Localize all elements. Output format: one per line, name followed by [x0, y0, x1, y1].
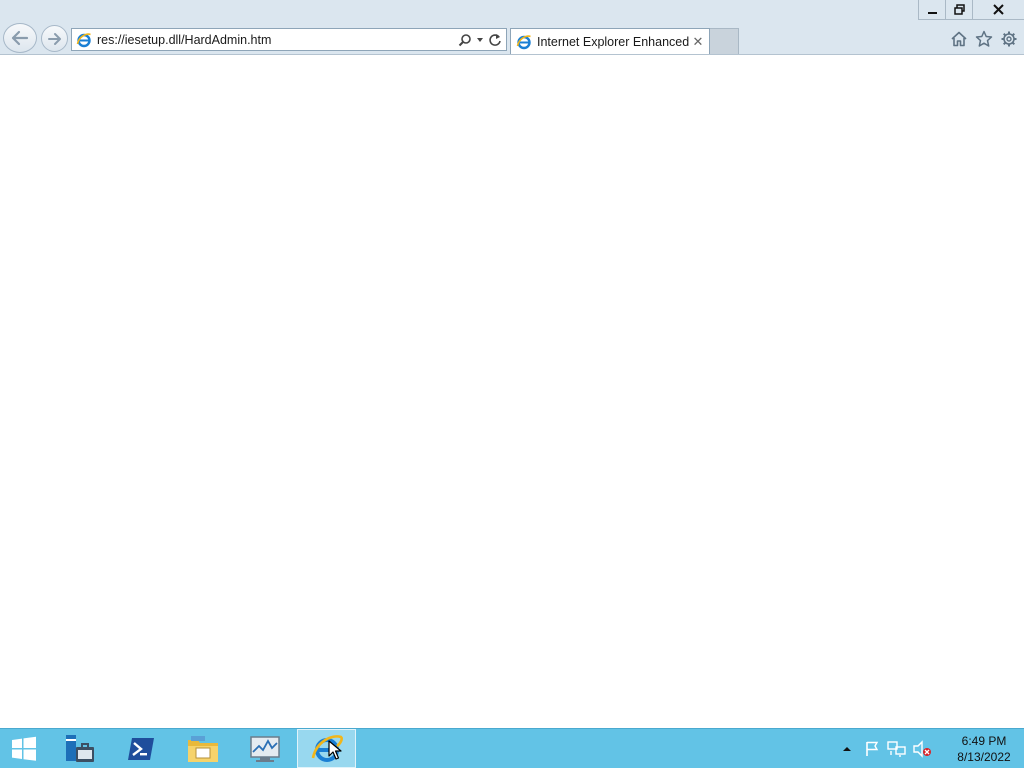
- taskbar-powershell[interactable]: [110, 729, 172, 769]
- network-icon[interactable]: [886, 738, 908, 760]
- server-manager-icon: [66, 734, 94, 762]
- start-button[interactable]: [0, 729, 48, 769]
- mouse-cursor-icon: [328, 740, 342, 760]
- show-hidden-icons-arrow[interactable]: [836, 738, 858, 760]
- taskbar: 6:49 PM 8/13/2022: [0, 728, 1024, 768]
- address-bar[interactable]: res://iesetup.dll/HardAdmin.htm: [71, 28, 507, 51]
- clock-time: 6:49 PM: [961, 734, 1007, 748]
- taskbar-server-manager[interactable]: [48, 729, 110, 769]
- action-center-flag-icon[interactable]: [861, 738, 883, 760]
- ie-page-icon: [76, 32, 91, 47]
- browser-chrome: res://iesetup.dll/HardAdmin.htm Internet…: [0, 0, 1024, 55]
- forward-arrow-icon: [47, 32, 61, 45]
- home-icon[interactable]: [949, 29, 968, 48]
- address-tools: [458, 33, 506, 47]
- taskbar-file-explorer[interactable]: [172, 729, 234, 769]
- close-icon: [993, 4, 1004, 15]
- windows-start-icon: [12, 736, 36, 761]
- command-icons: [949, 29, 1018, 48]
- taskbar-clock[interactable]: 6:49 PM 8/13/2022: [944, 733, 1024, 765]
- tools-gear-icon[interactable]: [999, 29, 1018, 48]
- taskbar-performance-monitor[interactable]: [234, 729, 296, 769]
- back-arrow-icon: [11, 30, 29, 46]
- file-explorer-icon: [188, 735, 218, 762]
- forward-button[interactable]: [41, 25, 68, 52]
- dropdown-icon[interactable]: [476, 36, 484, 44]
- minimize-icon: [927, 11, 937, 14]
- restore-icon: [953, 4, 965, 15]
- tab-title: Internet Explorer Enhanced ...: [537, 34, 690, 49]
- page-content: [0, 55, 1024, 728]
- address-url[interactable]: res://iesetup.dll/HardAdmin.htm: [97, 33, 458, 47]
- search-icon[interactable]: [458, 33, 472, 47]
- taskbar-internet-explorer[interactable]: [297, 729, 356, 768]
- system-tray: 6:49 PM 8/13/2022: [836, 729, 1024, 769]
- ie-tab-icon: [516, 34, 531, 49]
- close-button[interactable]: [972, 0, 1024, 20]
- refresh-icon[interactable]: [488, 33, 502, 47]
- minimize-button[interactable]: [918, 0, 945, 20]
- tab-active[interactable]: Internet Explorer Enhanced ... ✕: [510, 28, 710, 54]
- restore-button[interactable]: [945, 0, 972, 20]
- new-tab-button[interactable]: [710, 28, 739, 54]
- favorites-star-icon[interactable]: [974, 29, 993, 48]
- clock-date: 8/13/2022: [957, 750, 1011, 764]
- volume-muted-icon[interactable]: [911, 738, 933, 760]
- tab-close-icon[interactable]: ✕: [690, 34, 706, 50]
- window-controls: [918, 0, 1024, 20]
- performance-monitor-icon: [250, 735, 280, 762]
- back-button[interactable]: [3, 23, 37, 53]
- powershell-icon: [128, 737, 154, 760]
